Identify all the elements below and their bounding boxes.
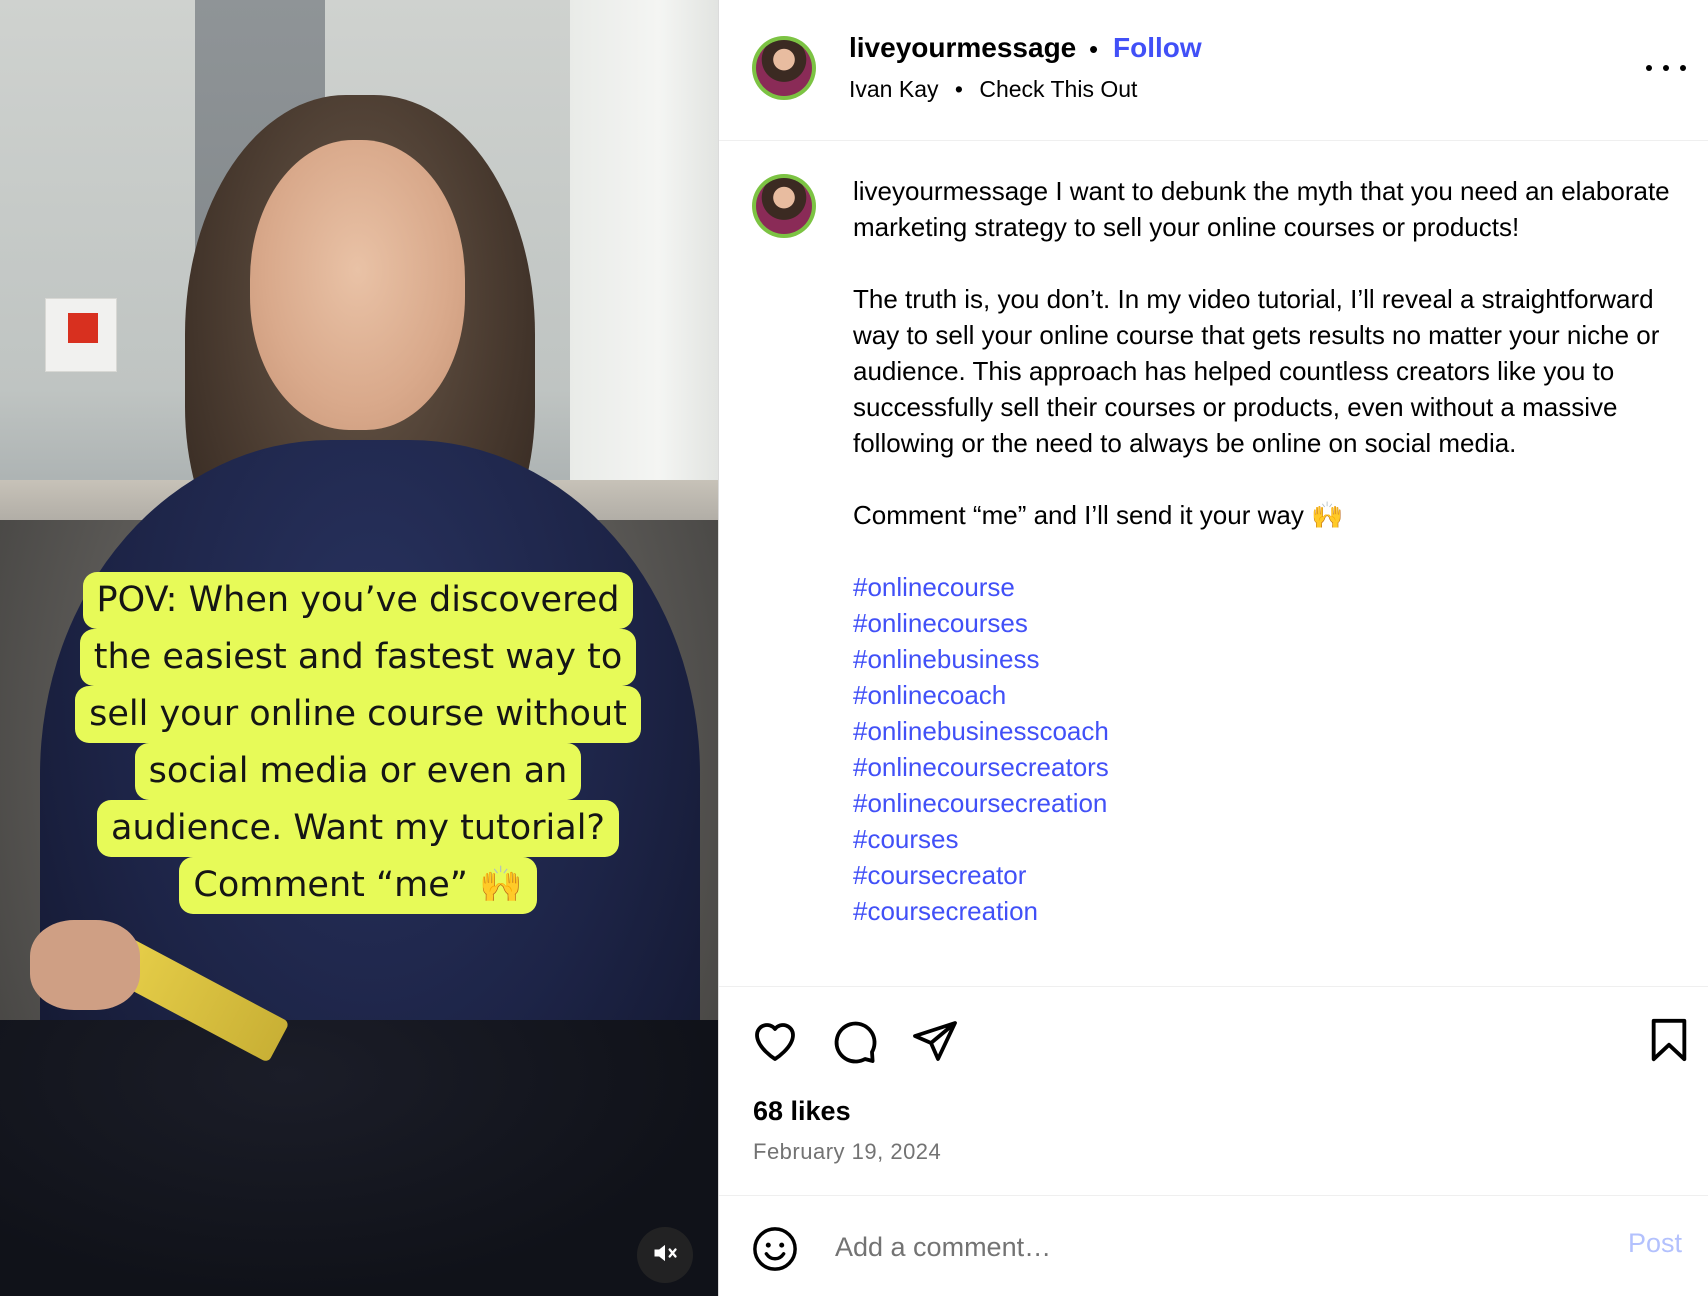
caption-username[interactable]: liveyourmessage	[853, 176, 1048, 206]
hashtag-link[interactable]: #onlinecourse	[853, 569, 1673, 605]
comment-bubble-icon	[831, 1021, 879, 1069]
comment-input[interactable]	[833, 1226, 1537, 1268]
heart-icon	[751, 1023, 799, 1067]
video-text-overlay: POV: When you’ve discovered the easiest …	[62, 572, 654, 914]
hashtag-list: #onlinecourse #onlinecourses #onlinebusi…	[853, 569, 1673, 929]
emoji-button[interactable]	[752, 1226, 798, 1277]
mute-toggle-button[interactable]	[637, 1227, 693, 1283]
hashtag-link[interactable]: #onlinecoursecreators	[853, 749, 1673, 785]
comment-button[interactable]	[831, 1017, 879, 1070]
caption-paragraph-1: liveyourmessage I want to debunk the myt…	[853, 173, 1673, 245]
overlay-line: POV: When you’ve discovered	[82, 572, 634, 629]
person-legs	[0, 1020, 718, 1296]
share-button[interactable]	[911, 1017, 959, 1070]
overlay-line: social media or even an	[134, 743, 582, 800]
avatar[interactable]	[752, 36, 816, 100]
more-horizontal-icon	[1646, 65, 1652, 71]
comment-composer: Post	[719, 1195, 1708, 1297]
audio-artist: Ivan Kay	[849, 76, 939, 102]
post-date[interactable]: February 19, 2024	[753, 1139, 941, 1165]
overlay-line: audience. Want my tutorial?	[97, 800, 619, 857]
audio-info[interactable]: Ivan Kay • Check This Out	[849, 76, 1147, 103]
separator-dot: •	[1089, 34, 1099, 64]
hashtag-link[interactable]: #coursecreator	[853, 857, 1673, 893]
follow-button[interactable]: Follow	[1113, 32, 1202, 64]
video-player[interactable]: POV: When you’ve discovered the easiest …	[0, 0, 718, 1296]
overlay-line: sell your online course without	[75, 686, 641, 743]
paper-plane-icon	[911, 1021, 959, 1069]
like-button[interactable]	[751, 1017, 799, 1068]
hashtag-link[interactable]: #onlinecoach	[853, 677, 1673, 713]
audio-title: Check This Out	[979, 76, 1138, 102]
hashtag-link[interactable]: #onlinebusiness	[853, 641, 1673, 677]
post-actions: 68 likes February 19, 2024	[719, 986, 1708, 1197]
caption-avatar[interactable]	[752, 174, 816, 238]
overlay-line: Comment “me” 🙌	[179, 857, 537, 914]
caption-scroll-area[interactable]: liveyourmessage I want to debunk the myt…	[719, 141, 1708, 986]
post-caption: liveyourmessage I want to debunk the myt…	[853, 173, 1673, 929]
bookmark-icon	[1647, 1018, 1691, 1067]
more-options-button[interactable]	[1646, 50, 1686, 86]
post-panel: liveyourmessage • Follow Ivan Kay • Chec…	[719, 0, 1708, 1296]
caption-paragraph-2: The truth is, you don’t. In my video tut…	[853, 284, 1660, 458]
wall-art	[45, 298, 117, 372]
hashtag-link[interactable]: #onlinecourses	[853, 605, 1673, 641]
speaker-muted-icon	[651, 1239, 679, 1272]
person-hand	[30, 920, 140, 1010]
background-wall	[570, 0, 718, 520]
hashtag-link[interactable]: #onlinebusinesscoach	[853, 713, 1673, 749]
overlay-line: the easiest and fastest way to	[79, 629, 637, 686]
caption-paragraph-3: Comment “me” and I’ll send it your way 🙌	[853, 500, 1344, 530]
audio-separator: •	[954, 76, 963, 102]
post-comment-button[interactable]: Post	[1628, 1228, 1682, 1259]
hashtag-link[interactable]: #courses	[853, 821, 1673, 857]
hashtag-link[interactable]: #onlinecoursecreation	[853, 785, 1673, 821]
save-button[interactable]	[1647, 1017, 1691, 1068]
smiley-icon	[752, 1227, 798, 1276]
likes-count[interactable]: 68 likes	[753, 1096, 851, 1127]
post-header: liveyourmessage • Follow Ivan Kay • Chec…	[719, 0, 1708, 141]
hashtag-link[interactable]: #coursecreation	[853, 893, 1673, 929]
person-face	[250, 140, 465, 430]
author-username[interactable]: liveyourmessage	[849, 32, 1076, 64]
